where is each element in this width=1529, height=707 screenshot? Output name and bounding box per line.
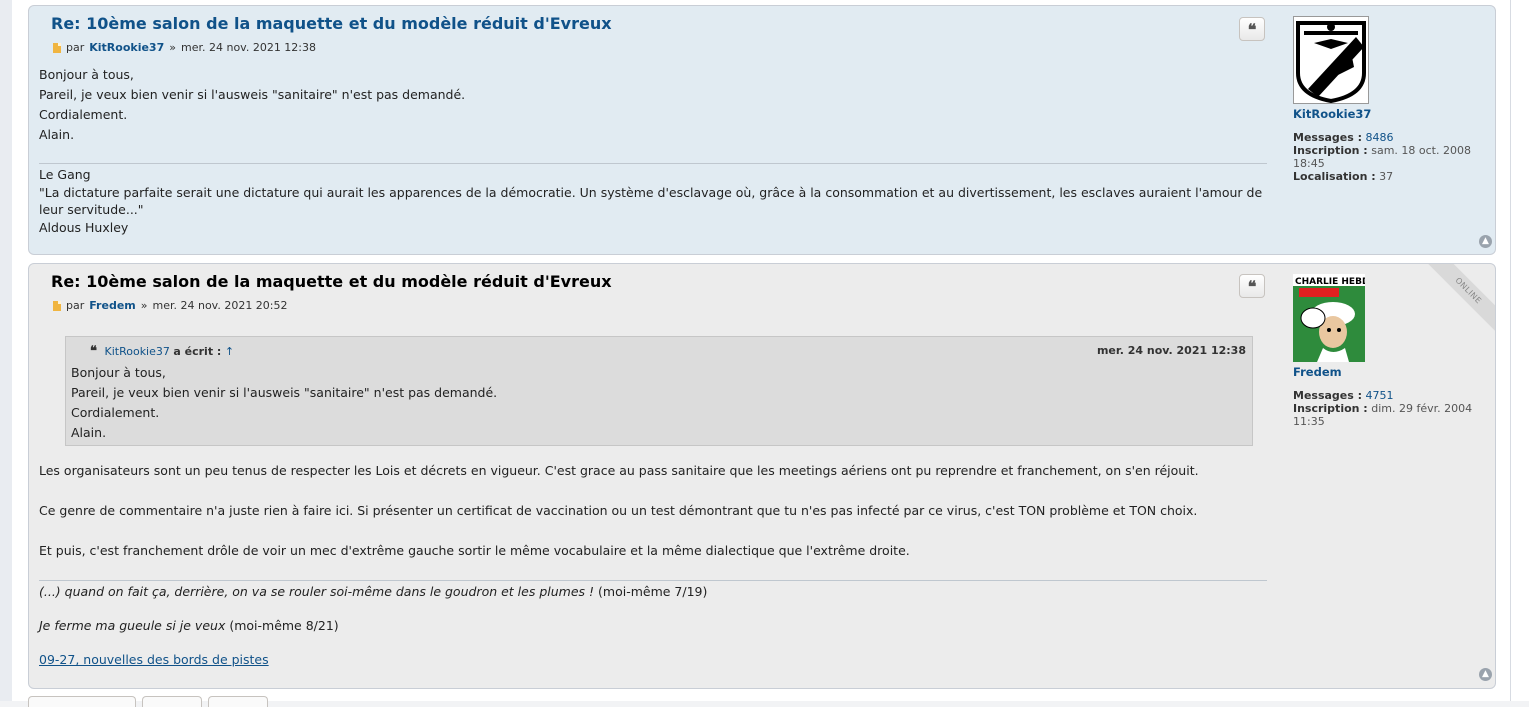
arrow-up-icon: ▲ [1482,236,1489,246]
messages-count-link[interactable]: 4751 [1366,389,1394,402]
quote-icon: ❝ [1247,276,1257,296]
quote-author-link[interactable]: KitRookie37 [105,345,170,358]
post-fredem: ONLINE Re: 10ème salon de la maquette et… [28,263,1496,689]
signature-line: leur servitude..." [39,202,144,217]
post-author-link[interactable]: KitRookie37 [89,41,164,54]
content-paragraph: Ce genre de commentaire n'a juste rien à… [39,503,1198,518]
quote-content: Bonjour à tous, Pareil, je veux bien ven… [71,363,497,443]
avatar-masthead: CHARLIE HEBDO [1295,277,1365,287]
inscription-time: 18:45 [1293,157,1325,170]
quote-source-arrow[interactable]: ↑ [225,345,234,358]
signature-line-2: Je ferme ma gueule si je veux (moi-même … [39,617,1267,634]
quote-icon: ❝ [90,344,97,359]
quote-line: Alain. [71,425,107,440]
content-line: Alain. [39,127,75,142]
post-author-link[interactable]: Fredem [89,299,136,312]
signature: Le Gang "La dictature parfaite serait un… [39,163,1267,236]
messages-label: Messages : [1293,131,1363,144]
inscription-date: sam. 18 oct. 2008 [1371,144,1471,157]
profile-username[interactable]: KitRookie37 [1293,108,1483,121]
by-label: par [66,299,85,312]
messages-label: Messages : [1293,389,1363,402]
quote-line: Pareil, je veux bien venir si l'ausweis … [71,385,498,400]
post-date: mer. 24 nov. 2021 20:52 [152,299,288,312]
quote-line: Bonjour à tous, [71,365,166,380]
page-edge-left [0,0,12,701]
post-content: Les organisateurs sont un peu tenus de r… [39,461,1199,561]
profile-messages: Messages : 8486 [1293,131,1483,144]
avatar[interactable]: CHARLIE HEBDO [1293,274,1365,362]
file-icon[interactable] [53,300,61,311]
inscription-date: dim. 29 févr. 2004 [1371,402,1473,415]
signature-line: Aldous Huxley [39,219,129,235]
content-line: Pareil, je veux bien venir si l'ausweis … [39,87,466,102]
scrollbar-track[interactable] [1510,0,1529,701]
profile-inscription: Inscription : sam. 18 oct. 2008 [1293,144,1483,157]
messages-count-link[interactable]: 8486 [1366,131,1394,144]
poster-profile: CHARLIE HEBDO Fredem Messages : 4751 Ins… [1293,274,1483,428]
post-kitrookie37: Re: 10ème salon de la maquette et du mod… [28,5,1496,255]
arrow-up-icon: ▲ [1482,669,1489,679]
post-reply-button[interactable] [28,696,136,707]
signature-line-1: (...) quand on fait ça, derrière, on va … [39,583,1267,600]
poster-profile: KitRookie37 Messages : 8486 Inscription … [1293,16,1483,183]
signature-line-3: 09-27, nouvelles des bords de pistes [39,651,1267,668]
profile-username[interactable]: Fredem [1293,366,1483,379]
sort-button[interactable] [208,696,268,707]
signature-quote: Je ferme ma gueule si je veux [39,618,226,633]
content-paragraph: Et puis, c'est franchement drôle de voir… [39,543,910,558]
topic-posts: Re: 10ème salon de la maquette et du mod… [12,0,1510,707]
signature-line: "La dictature parfaite serait une dictat… [39,184,1263,200]
inscription-label: Inscription : [1293,402,1368,415]
separator: » [140,299,148,312]
signature: (...) quand on fait ça, derrière, on va … [39,580,1267,668]
inscription-label: Inscription : [1293,144,1368,157]
quote-button[interactable]: ❝ [1239,274,1265,298]
signature-quote: (...) quand on fait ça, derrière, on va … [39,584,595,599]
post-title[interactable]: Re: 10ème salon de la maquette et du mod… [51,272,612,291]
inscription-time: 11:35 [1293,415,1325,428]
tools-button[interactable] [142,696,202,707]
localisation-value: 37 [1379,170,1394,183]
avatar[interactable] [1293,16,1369,104]
quote-icon: ❝ [1247,19,1257,39]
post-author-line: par Fredem » mer. 24 nov. 2021 20:52 [53,299,288,312]
quote-header: ❝ KitRookie37 a écrit : ↑ [90,344,234,359]
signature-source: (moi-même 8/21) [229,618,339,633]
charlie-hebdo-cover-icon: CHARLIE HEBDO [1293,274,1365,362]
content-line: Bonjour à tous, [39,67,134,82]
post-content: Bonjour à tous, Pareil, je veux bien ven… [39,65,465,145]
file-icon[interactable] [53,42,61,53]
quote-line: Cordialement. [71,405,160,420]
signature-link[interactable]: 09-27, nouvelles des bords de pistes [39,652,269,667]
quoted-message: ❝ KitRookie37 a écrit : ↑ mer. 24 nov. 2… [65,336,1253,446]
post-date: mer. 24 nov. 2021 12:38 [180,41,317,54]
profile-inscription: Inscription : dim. 29 févr. 2004 [1293,402,1483,415]
content-line: Cordialement. [39,107,128,122]
back-to-top-button[interactable]: ▲ [1479,235,1492,248]
localisation-label: Localisation : [1293,170,1376,183]
topic-action-buttons [28,696,268,707]
profile-localisation: Localisation : 37 [1293,170,1483,183]
signature-line: Le Gang [39,167,91,182]
quote-button[interactable]: ❝ [1239,17,1265,41]
separator: » [169,41,176,54]
quote-date: mer. 24 nov. 2021 12:38 [1096,344,1246,357]
signature-source: (moi-même 7/19) [598,584,708,599]
back-to-top-button[interactable]: ▲ [1479,668,1492,681]
quote-wrote-label: a écrit : [173,345,222,358]
profile-messages: Messages : 4751 [1293,389,1483,402]
post-author-line: par KitRookie37 » mer. 24 nov. 2021 12:3… [53,41,316,54]
by-label: par [66,41,85,54]
post-title[interactable]: Re: 10ème salon de la maquette et du mod… [51,14,612,33]
content-paragraph: Les organisateurs sont un peu tenus de r… [39,463,1199,478]
squadron-emblem-icon [1296,21,1366,103]
